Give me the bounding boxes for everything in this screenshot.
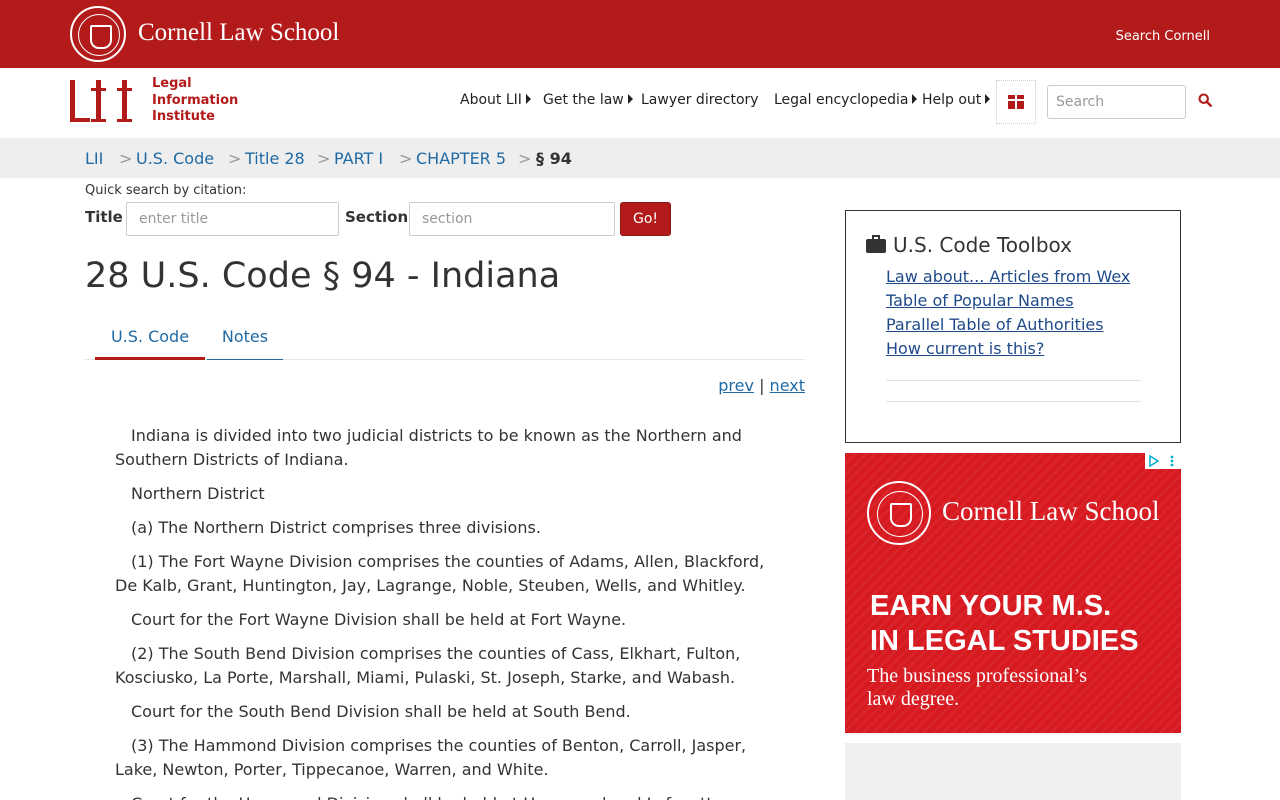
- cornell-law-school-logo[interactable]: Cornell Law School: [138, 19, 339, 47]
- prev-link[interactable]: prev: [718, 376, 754, 395]
- nav-label: Help out: [922, 92, 982, 108]
- section-field-label: Section: [345, 208, 409, 226]
- page-title: 28 U.S. Code § 94 - Indiana: [85, 256, 561, 296]
- toolbox-link-how-current[interactable]: How current is this?: [886, 339, 1044, 358]
- statute-paragraph: Indiana is divided into two judicial dis…: [115, 426, 742, 469]
- cornell-ad-banner[interactable]: Cornell Law School EARN YOUR M.S. IN LEG…: [845, 453, 1181, 733]
- toolbox-link-popular-names[interactable]: Table of Popular Names: [886, 291, 1074, 310]
- briefcase-icon: [866, 235, 886, 253]
- statute-text: Indiana is divided into two judicial dis…: [115, 424, 775, 800]
- lii-logo-line: Information: [152, 92, 239, 108]
- ad-options-icon[interactable]: [1163, 453, 1181, 469]
- ad-headline-line: IN LEGAL STUDIES: [870, 625, 1139, 657]
- breadcrumb-us-code[interactable]: U.S. Code: [136, 149, 214, 168]
- caret-right-icon: [912, 94, 918, 104]
- nav-label: Lawyer directory: [641, 92, 759, 108]
- statute-paragraph: (2) The South Bend Division comprises th…: [115, 644, 741, 687]
- ad-subheadline: The business professional’s law degree.: [867, 665, 1157, 711]
- search-icon[interactable]: [1198, 93, 1212, 107]
- statute-paragraph: Court for the Fort Wayne Division shall …: [131, 610, 627, 629]
- ad-brand: Cornell Law School: [942, 496, 1160, 526]
- prev-next-separator: |: [759, 376, 765, 395]
- ad-sub-line: The business professional’s: [867, 665, 1087, 687]
- nav-legal-encyclopedia[interactable]: Legal encyclopedia: [774, 92, 918, 108]
- donate-button[interactable]: [996, 80, 1036, 124]
- title-field-label: Title: [85, 208, 123, 226]
- ad-choices[interactable]: [1145, 453, 1181, 469]
- nav-help-out[interactable]: Help out: [922, 92, 991, 108]
- nav-about-lii[interactable]: About LII: [460, 92, 531, 108]
- nav-label: About LII: [460, 92, 522, 108]
- site-search-input[interactable]: [1047, 85, 1186, 119]
- cornell-seal-icon[interactable]: [70, 6, 126, 62]
- breadcrumb-current: § 94: [536, 149, 572, 168]
- ad-sub-line: law degree.: [867, 688, 960, 710]
- adchoices-icon[interactable]: [1145, 453, 1163, 469]
- tab-notes[interactable]: Notes: [207, 316, 283, 360]
- sidebar-placeholder-box: [845, 743, 1181, 800]
- toolbox-link-wex[interactable]: Law about... Articles from Wex: [886, 267, 1130, 286]
- breadcrumb-separator: >: [399, 149, 413, 168]
- ad-headline-line: EARN YOUR M.S.: [870, 590, 1112, 622]
- content-tabs: U.S. Code Notes: [85, 316, 805, 360]
- statute-paragraph: (1) The Fort Wayne Division comprises th…: [115, 552, 765, 595]
- breadcrumb-lii[interactable]: LII: [85, 149, 103, 168]
- ad-headline: EARN YOUR M.S. IN LEGAL STUDIES: [870, 589, 1180, 659]
- breadcrumb-separator: >: [119, 149, 133, 168]
- breadcrumb: LII > U.S. Code > Title 28 > PART I > CH…: [0, 138, 1280, 178]
- title-input[interactable]: [126, 202, 339, 236]
- gift-icon: [1008, 93, 1024, 109]
- prev-next-nav: prev | next: [718, 376, 805, 395]
- nav-lawyer-directory[interactable]: Lawyer directory: [641, 92, 759, 108]
- caret-right-icon: [627, 94, 633, 104]
- breadcrumb-separator: >: [518, 149, 532, 168]
- us-code-toolbox: U.S. Code Toolbox Law about... Articles …: [845, 210, 1181, 443]
- cornell-seal-icon: [867, 481, 931, 545]
- breadcrumb-separator: >: [228, 149, 242, 168]
- breadcrumb-chapter-5[interactable]: CHAPTER 5: [416, 149, 506, 168]
- nav-get-the-law[interactable]: Get the law: [543, 92, 633, 108]
- toolbox-divider: [886, 380, 1141, 381]
- caret-right-icon: [525, 94, 531, 104]
- statute-paragraph: (a) The Northern District comprises thre…: [131, 518, 541, 537]
- toolbox-title: U.S. Code Toolbox: [866, 233, 1072, 257]
- breadcrumb-part-i[interactable]: PART I: [334, 149, 383, 168]
- statute-paragraph: Court for the South Bend Division shall …: [131, 702, 631, 721]
- toolbox-divider: [886, 401, 1141, 402]
- next-link[interactable]: next: [770, 376, 805, 395]
- lii-header: Legal Information Institute About LII Ge…: [0, 68, 1280, 138]
- lii-logo-text[interactable]: Legal Information Institute: [152, 76, 238, 126]
- statute-paragraph: Court for the Hammond Division shall be …: [115, 792, 775, 800]
- go-button[interactable]: Go!: [620, 202, 671, 236]
- section-input[interactable]: [409, 202, 615, 236]
- lii-logo-icon[interactable]: [70, 78, 142, 122]
- statute-paragraph: (3) The Hammond Division comprises the c…: [115, 736, 747, 779]
- nav-label: Get the law: [543, 92, 624, 108]
- lii-logo-line: Institute: [152, 109, 216, 124]
- toolbox-title-text: U.S. Code Toolbox: [893, 233, 1072, 257]
- search-cornell-link[interactable]: Search Cornell: [1116, 29, 1210, 44]
- statute-paragraph: Northern District: [131, 484, 265, 503]
- toolbox-link-parallel-table[interactable]: Parallel Table of Authorities: [886, 315, 1104, 334]
- lii-logo-line: Legal: [152, 76, 192, 91]
- nav-label: Legal encyclopedia: [774, 92, 909, 108]
- tab-us-code[interactable]: U.S. Code: [95, 316, 205, 360]
- caret-right-icon: [985, 94, 991, 104]
- breadcrumb-title-28[interactable]: Title 28: [245, 149, 305, 168]
- cornell-top-bar: Cornell Law School Search Cornell: [0, 0, 1280, 68]
- quick-search-label: Quick search by citation:: [85, 183, 247, 198]
- breadcrumb-separator: >: [317, 149, 331, 168]
